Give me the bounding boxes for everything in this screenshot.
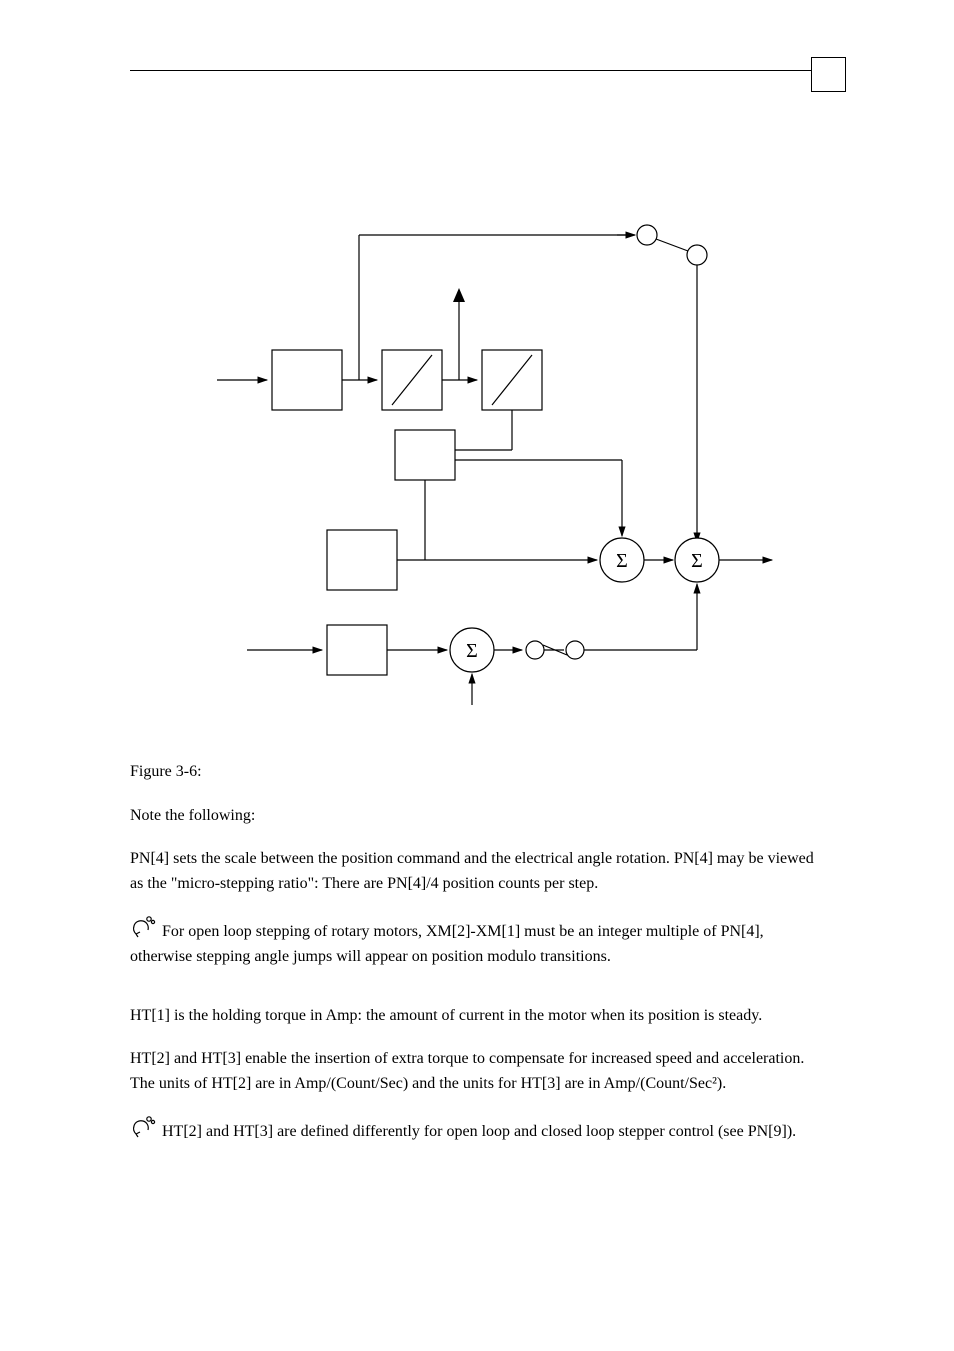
note-icon bbox=[130, 914, 156, 938]
figure-caption: Figure 3-6: bbox=[130, 760, 824, 784]
sigma-symbol-3: Σ bbox=[466, 640, 478, 662]
note-ht-defined: HT[2] and HT[3] are defined differently … bbox=[130, 1114, 824, 1145]
paragraph-ht23: HT[2] and HT[3] enable the insertion of … bbox=[130, 1047, 824, 1097]
note-xm-modulo: For open loop stepping of rotary motors,… bbox=[130, 914, 824, 970]
paragraph-ht1: HT[1] is the holding torque in Amp: the … bbox=[130, 1004, 824, 1029]
note-following: Note the following: bbox=[130, 804, 824, 829]
sigma-symbol-2: Σ bbox=[691, 550, 703, 572]
header-rule bbox=[130, 70, 824, 110]
note-icon bbox=[130, 1114, 156, 1138]
note-text-2: HT[2] and HT[3] are defined differently … bbox=[162, 1123, 796, 1140]
header-page-box bbox=[811, 57, 846, 92]
note-text-1: For open loop stepping of rotary motors,… bbox=[130, 923, 764, 965]
paragraph-pn4: PN[4] sets the scale between the positio… bbox=[130, 847, 824, 897]
sigma-symbol-1: Σ bbox=[616, 550, 628, 572]
block-diagram: Σ Σ Σ bbox=[130, 160, 824, 720]
